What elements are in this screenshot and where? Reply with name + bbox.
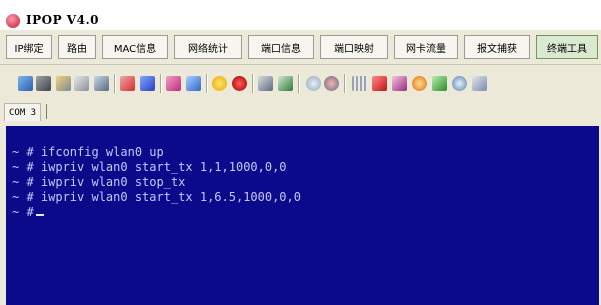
undo-icon[interactable]: [94, 76, 109, 91]
toolbar-separator: [206, 74, 208, 93]
tab-mac-info[interactable]: MAC信息: [102, 35, 168, 59]
copy-icon[interactable]: [74, 76, 89, 91]
terminal-prompt-line: ~ #: [12, 205, 44, 220]
red-box-icon[interactable]: [372, 76, 387, 91]
com-tab-separator: [46, 104, 47, 119]
window-title: IPOP V4.0: [26, 13, 99, 27]
disconnect-icon[interactable]: [36, 76, 51, 91]
toolbar-separator: [252, 74, 254, 93]
zoom-icon[interactable]: [306, 76, 321, 91]
record-icon[interactable]: [232, 76, 247, 91]
face-icon[interactable]: [412, 76, 427, 91]
tool-icon[interactable]: [432, 76, 447, 91]
settings-icon[interactable]: [278, 76, 293, 91]
terminal-cursor: [35, 214, 44, 216]
terminal-line: ~ # iwpriv wlan0 start_tx 1,1,1000,0,0: [12, 160, 287, 174]
title-bar: IPOP V4.0: [0, 0, 601, 30]
com-tab-row: COM 3: [0, 100, 601, 122]
tab-port-mapping[interactable]: 端口映射: [320, 35, 388, 59]
grid-icon[interactable]: [352, 76, 367, 91]
brush-icon[interactable]: [472, 76, 487, 91]
edit-icon[interactable]: [56, 76, 71, 91]
toolbar-separator: [298, 74, 300, 93]
tab-com3[interactable]: COM 3: [4, 103, 42, 121]
zoom-in-icon[interactable]: [452, 76, 467, 91]
terminal-output[interactable]: ~ # ifconfig wlan0 up ~ # iwpriv wlan0 s…: [6, 126, 599, 305]
tab-terminal-tool[interactable]: 终端工具: [536, 35, 598, 59]
tab-packet-capture[interactable]: 报文捕获: [464, 35, 530, 59]
toolbar-separator: [160, 74, 162, 93]
toolbar-separator: [344, 74, 346, 93]
app-icon: [6, 14, 20, 28]
tab-ip-binding[interactable]: IP绑定: [6, 35, 52, 59]
tab-bar: IP绑定 路由 MAC信息 网络统计 端口信息 端口映射 网卡流量 报文捕获 终…: [0, 30, 601, 64]
target-icon[interactable]: [324, 76, 339, 91]
window-icon[interactable]: [258, 76, 273, 91]
terminal-line: ~ # iwpriv wlan0 start_tx 1,6.5,1000,0,0: [12, 190, 301, 204]
search-users-icon[interactable]: [186, 76, 201, 91]
tab-route[interactable]: 路由: [58, 35, 96, 59]
paint-icon[interactable]: [140, 76, 155, 91]
user-icon[interactable]: [120, 76, 135, 91]
keyboard-icon[interactable]: [166, 76, 181, 91]
terminal-prompt: ~ #: [12, 205, 34, 219]
sun-icon[interactable]: [212, 76, 227, 91]
toolbar: [0, 64, 601, 101]
terminal-line: ~ # iwpriv wlan0 stop_tx: [12, 175, 186, 189]
tab-network-stats[interactable]: 网络统计: [174, 35, 242, 59]
connect-icon[interactable]: [18, 76, 33, 91]
terminal-line: ~ # ifconfig wlan0 up: [12, 145, 164, 159]
tab-nic-traffic[interactable]: 网卡流量: [394, 35, 458, 59]
eraser-icon[interactable]: [392, 76, 407, 91]
tab-port-info[interactable]: 端口信息: [248, 35, 314, 59]
toolbar-separator: [114, 74, 116, 93]
